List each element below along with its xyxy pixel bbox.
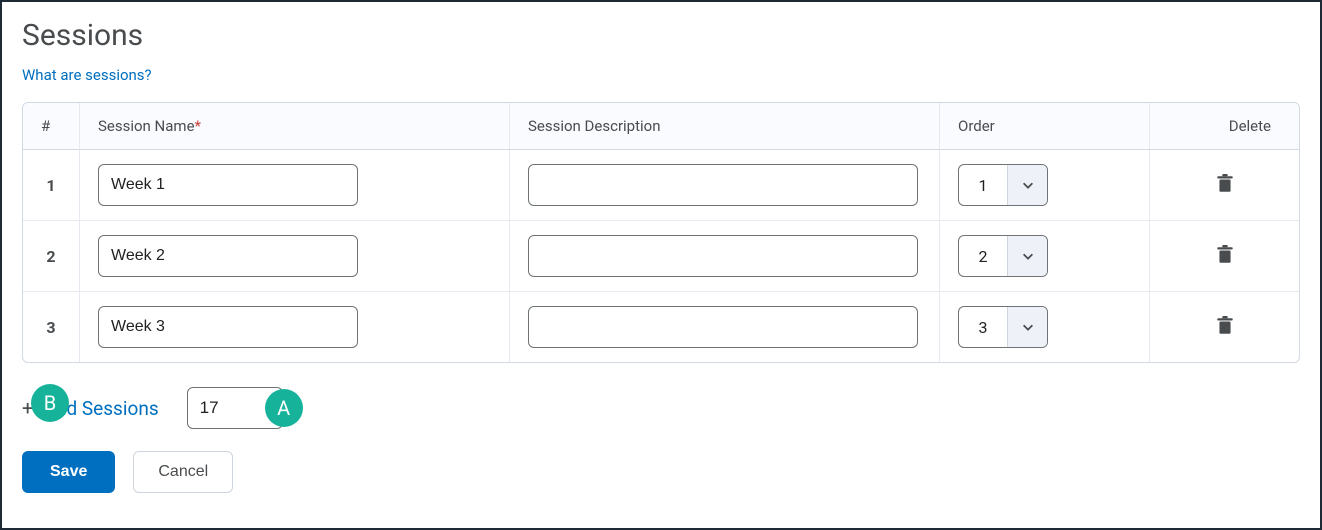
chevron-down-icon (1021, 249, 1035, 263)
table-row: 3 3 (23, 291, 1299, 362)
chevron-down-icon (1021, 178, 1035, 192)
delete-row-button[interactable] (1208, 241, 1242, 272)
save-button[interactable]: Save (22, 451, 115, 493)
order-value: 2 (959, 236, 1007, 276)
trash-icon (1216, 174, 1234, 194)
order-dropdown-button[interactable] (1007, 165, 1047, 205)
sessions-table: # Session Name* Session Description Orde… (22, 102, 1300, 363)
row-index: 3 (23, 291, 79, 362)
add-sessions-count-input[interactable] (187, 387, 283, 429)
session-desc-input[interactable] (528, 306, 918, 348)
session-desc-input[interactable] (528, 164, 918, 206)
trash-icon (1216, 245, 1234, 265)
cancel-button[interactable]: Cancel (133, 451, 233, 493)
order-value: 1 (959, 165, 1007, 205)
session-name-input[interactable] (98, 235, 358, 277)
col-header-desc: Session Description (509, 103, 939, 150)
add-sessions-row: + Add Sessions A (22, 387, 1300, 429)
what-are-sessions-link[interactable]: What are sessions? (22, 66, 152, 84)
row-index: 1 (23, 150, 79, 220)
order-select[interactable]: 1 (958, 164, 1048, 206)
delete-row-button[interactable] (1208, 312, 1242, 343)
table-row: 1 1 (23, 150, 1299, 220)
col-header-name: Session Name* (79, 103, 509, 150)
trash-icon (1216, 316, 1234, 336)
order-value: 3 (959, 307, 1007, 347)
order-dropdown-button[interactable] (1007, 307, 1047, 347)
chevron-down-icon (1021, 320, 1035, 334)
plus-icon: + (22, 398, 33, 418)
col-header-name-text: Session Name (98, 117, 195, 135)
session-name-input[interactable] (98, 306, 358, 348)
order-select[interactable]: 3 (958, 306, 1048, 348)
session-desc-input[interactable] (528, 235, 918, 277)
order-dropdown-button[interactable] (1007, 236, 1047, 276)
col-header-number: # (23, 103, 79, 150)
delete-row-button[interactable] (1208, 170, 1242, 201)
col-header-order: Order (939, 103, 1149, 150)
add-sessions-link[interactable]: Add Sessions (43, 397, 158, 420)
table-row: 2 2 (23, 220, 1299, 291)
row-index: 2 (23, 220, 79, 291)
page-title: Sessions (22, 18, 1300, 53)
footer-buttons: Save Cancel (22, 451, 1300, 493)
required-star-icon: * (195, 117, 201, 135)
session-name-input[interactable] (98, 164, 358, 206)
col-header-delete: Delete (1149, 103, 1299, 150)
order-select[interactable]: 2 (958, 235, 1048, 277)
